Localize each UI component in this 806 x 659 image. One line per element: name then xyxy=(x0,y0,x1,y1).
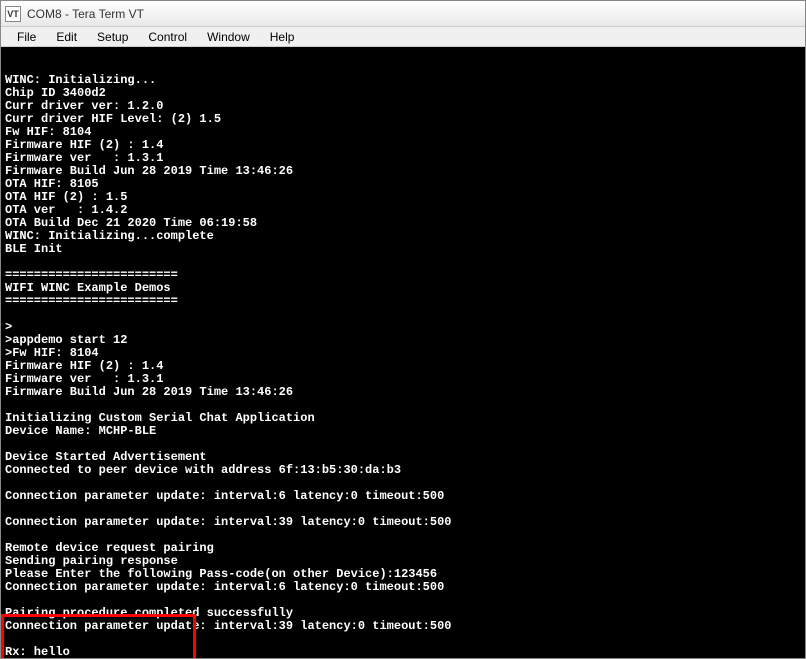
terminal-line: >appdemo start 12 xyxy=(5,334,801,347)
terminal-line: ======================== xyxy=(5,295,801,308)
terminal-line: Curr driver HIF Level: (2) 1.5 xyxy=(5,113,801,126)
terminal-line: BLE Init xyxy=(5,243,801,256)
terminal-area[interactable]: WINC: Initializing...Chip ID 3400d2Curr … xyxy=(1,47,805,658)
terminal-line: Device Name: MCHP-BLE xyxy=(5,425,801,438)
terminal-line: Connected to peer device with address 6f… xyxy=(5,464,801,477)
menu-control[interactable]: Control xyxy=(138,28,197,46)
terminal-line: Rx: hello xyxy=(5,646,801,658)
window-title: COM8 - Tera Term VT xyxy=(27,7,144,21)
menu-window[interactable]: Window xyxy=(197,28,260,46)
terminal-line xyxy=(5,633,801,646)
terminal-line: WINC: Initializing...complete xyxy=(5,230,801,243)
terminal-line: WINC: Initializing... xyxy=(5,74,801,87)
main-window: VT COM8 - Tera Term VT File Edit Setup C… xyxy=(0,0,806,659)
terminal-line: Connection parameter update: interval:39… xyxy=(5,620,801,633)
titlebar[interactable]: VT COM8 - Tera Term VT xyxy=(1,1,805,27)
menu-edit[interactable]: Edit xyxy=(46,28,87,46)
menu-file[interactable]: File xyxy=(7,28,46,46)
menu-setup[interactable]: Setup xyxy=(87,28,138,46)
app-icon: VT xyxy=(5,6,21,22)
terminal-line: Connection parameter update: interval:6 … xyxy=(5,490,801,503)
menubar: File Edit Setup Control Window Help xyxy=(1,27,805,47)
terminal-line: Connection parameter update: interval:6 … xyxy=(5,581,801,594)
menu-help[interactable]: Help xyxy=(260,28,305,46)
terminal-line: Firmware Build Jun 28 2019 Time 13:46:26 xyxy=(5,165,801,178)
terminal-line: Firmware Build Jun 28 2019 Time 13:46:26 xyxy=(5,386,801,399)
terminal-line: Connection parameter update: interval:39… xyxy=(5,516,801,529)
terminal-line xyxy=(5,308,801,321)
